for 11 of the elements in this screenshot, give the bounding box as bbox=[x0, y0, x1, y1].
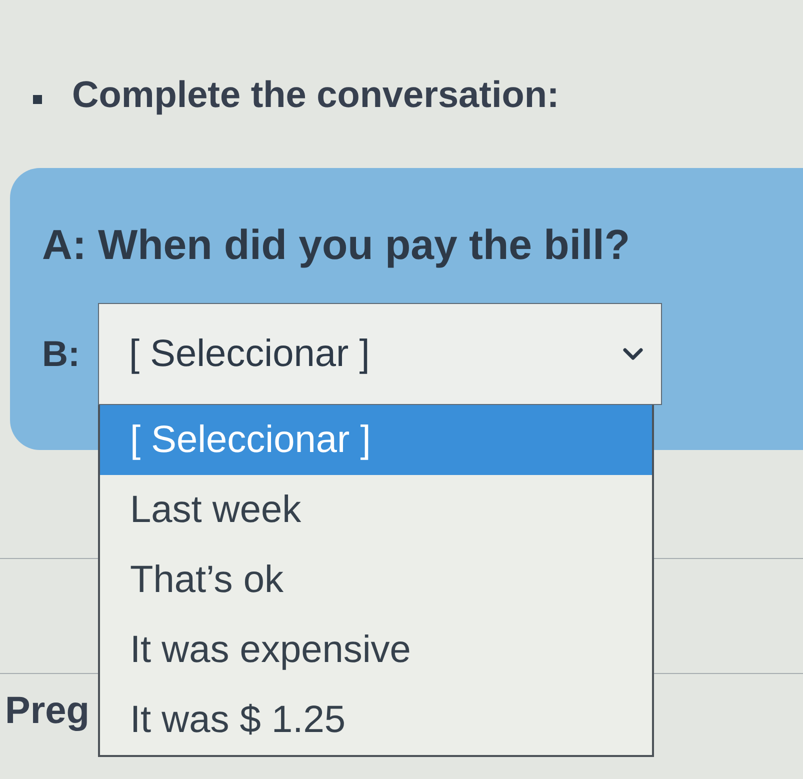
dropdown-option[interactable]: Last week bbox=[100, 475, 652, 545]
dropdown-option[interactable]: It was $ 1.25 bbox=[100, 685, 652, 755]
question-heading: Preg bbox=[5, 689, 90, 734]
question-text: A: When did you pay the bill? bbox=[42, 220, 631, 270]
bullet-icon bbox=[33, 94, 42, 104]
dropdown-option[interactable]: It was expensive bbox=[100, 615, 652, 685]
chevron-down-icon bbox=[623, 348, 643, 360]
answer-label: B: bbox=[42, 332, 81, 376]
dropdown-select[interactable]: [ Seleccionar ] bbox=[98, 303, 662, 405]
dropdown-option[interactable]: That’s ok bbox=[100, 545, 652, 615]
instruction-text: Complete the conversation: bbox=[72, 73, 560, 117]
